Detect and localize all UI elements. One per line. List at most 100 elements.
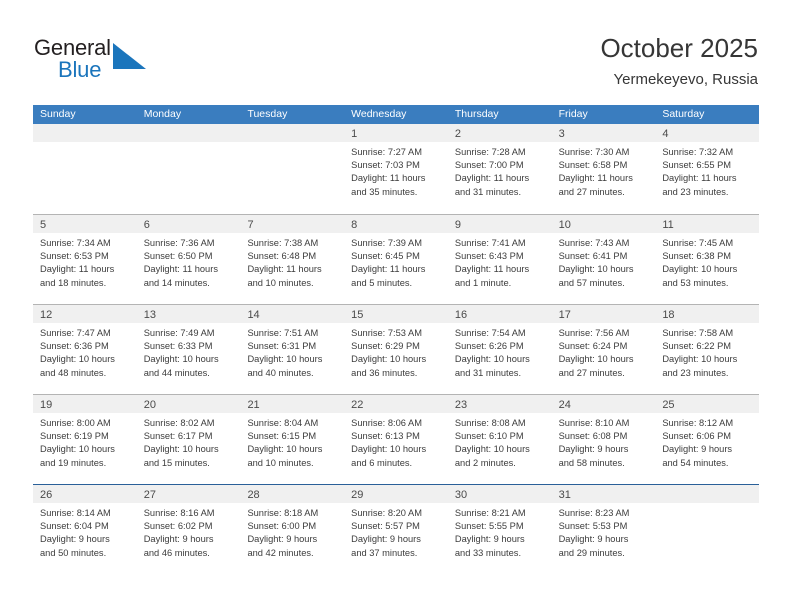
weekday-header-row: Sunday Monday Tuesday Wednesday Thursday Frid… <box>33 105 759 124</box>
daylight-text-line1: Daylight: 10 hours <box>558 354 634 365</box>
day-cell[interactable]: 17 Sunrise: 7:56 AM Sunset: 6:24 PM Dayligh… <box>551 305 656 394</box>
sunrise-text: Sunrise: 7:56 AM <box>558 328 630 338</box>
weekday-header-wednesday: Wednesday <box>351 108 407 120</box>
daylight-text-line2: and 23 minutes. <box>662 186 729 197</box>
day-cell[interactable]: 22 Sunrise: 8:06 AM Sunset: 6:13 PM Dayligh… <box>344 395 448 484</box>
sunrise-text: Sunrise: 7:51 AM <box>247 328 319 338</box>
day-cell[interactable]: 13 Sunrise: 7:49 AM Sunset: 6:33 PM Dayligh… <box>136 305 241 394</box>
day-cell[interactable]: 5 Sunrise: 7:34 AM Sunset: 6:53 PM Daylight… <box>33 215 137 304</box>
day-number: 9 <box>454 219 461 231</box>
daylight-text-line2: and 27 minutes. <box>558 367 625 378</box>
day-info: Sunrise: 7:47 AM Sunset: 6:36 PM Daylight:… <box>33 323 137 380</box>
day-info: Sunrise: 7:58 AM Sunset: 6:22 PM Daylight:… <box>655 323 759 380</box>
day-number: 28 <box>247 489 260 501</box>
sunset-text: Sunset: 6:50 PM <box>143 251 213 262</box>
daylight-text-line1: Daylight: 10 hours <box>40 354 115 365</box>
sunrise-text: Sunrise: 8:02 AM <box>143 418 215 428</box>
daylight-text-line2: and 58 minutes. <box>558 457 625 468</box>
day-cell[interactable]: 15 Sunrise: 7:53 AM Sunset: 6:29 PM Dayligh… <box>344 305 448 394</box>
day-cell[interactable]: 12 Sunrise: 7:47 AM Sunset: 6:36 PM Dayligh… <box>33 305 137 394</box>
day-cell[interactable]: 28 Sunrise: 8:18 AM Sunset: 6:00 PM Dayligh… <box>240 485 345 574</box>
day-cell[interactable]: 25 Sunrise: 8:12 AM Sunset: 6:06 PM Dayligh… <box>655 395 760 484</box>
daylight-text-line1: Daylight: 10 hours <box>454 444 530 455</box>
week-row: 1 Sunrise: 7:27 AM Sunset: 7:03 PM Daylight… <box>33 124 760 214</box>
day-cell[interactable]: 24 Sunrise: 8:10 AM Sunset: 6:08 PM Dayligh… <box>551 395 656 484</box>
daylight-text-line1: Daylight: 9 hours <box>351 534 421 545</box>
day-cell[interactable]: 9 Sunrise: 7:41 AM Sunset: 6:43 PM Daylight… <box>447 215 552 304</box>
day-cell[interactable]: 1 Sunrise: 7:27 AM Sunset: 7:03 PM Daylight… <box>344 124 448 214</box>
day-cell[interactable]: 29 Sunrise: 8:20 AM Sunset: 5:57 PM Dayligh… <box>344 485 448 574</box>
day-number-strip: 5 <box>33 215 137 233</box>
day-cell[interactable]: 8 Sunrise: 7:39 AM Sunset: 6:45 PM Daylight… <box>344 215 448 304</box>
day-info: Sunrise: 7:39 AM Sunset: 6:45 PM Daylight:… <box>344 233 448 290</box>
day-cell[interactable]: 6 Sunrise: 7:36 AM Sunset: 6:50 PM Daylight… <box>136 215 241 304</box>
day-number-strip: 18 <box>655 305 760 323</box>
day-cell[interactable]: 19 Sunrise: 8:00 AM Sunset: 6:19 PM Dayligh… <box>33 395 137 484</box>
sunrise-text: Sunrise: 8:04 AM <box>247 418 319 428</box>
day-cell[interactable]: 23 Sunrise: 8:08 AM Sunset: 6:10 PM Dayligh… <box>447 395 552 484</box>
day-cell[interactable]: 14 Sunrise: 7:51 AM Sunset: 6:31 PM Dayligh… <box>240 305 345 394</box>
day-info: Sunrise: 8:14 AM Sunset: 6:04 PM Daylight:… <box>33 503 137 560</box>
daylight-text-line1: Daylight: 10 hours <box>143 444 219 455</box>
daylight-text-line2: and 10 minutes. <box>247 457 314 468</box>
day-info: Sunrise: 8:08 AM Sunset: 6:10 PM Daylight:… <box>448 413 552 470</box>
sunset-text: Sunset: 6:45 PM <box>351 251 420 262</box>
daylight-text-line2: and 48 minutes. <box>40 367 107 378</box>
sunrise-text: Sunrise: 7:28 AM <box>454 147 526 157</box>
day-cell[interactable]: 21 Sunrise: 8:04 AM Sunset: 6:15 PM Dayligh… <box>240 395 345 484</box>
day-number-strip: 17 <box>551 305 656 323</box>
day-number: 15 <box>351 309 364 321</box>
sunset-text: Sunset: 6:13 PM <box>351 431 420 442</box>
sunrise-text: Sunrise: 8:20 AM <box>351 508 422 518</box>
day-info: Sunrise: 8:12 AM Sunset: 6:06 PM Daylight:… <box>655 413 759 470</box>
day-cell[interactable]: 2 Sunrise: 7:28 AM Sunset: 7:00 PM Daylight… <box>447 124 552 214</box>
sunrise-text: Sunrise: 8:16 AM <box>143 508 215 518</box>
day-cell[interactable]: 27 Sunrise: 8:16 AM Sunset: 6:02 PM Dayligh… <box>136 485 241 574</box>
day-info: Sunrise: 7:56 AM Sunset: 6:24 PM Daylight:… <box>552 323 656 380</box>
day-cell[interactable]: 31 Sunrise: 8:23 AM Sunset: 5:53 PM Dayligh… <box>551 485 656 574</box>
day-cell[interactable]: 20 Sunrise: 8:02 AM Sunset: 6:17 PM Dayligh… <box>136 395 241 484</box>
day-number: 5 <box>40 219 47 231</box>
daylight-text-line1: Daylight: 11 hours <box>247 264 322 275</box>
day-number: 12 <box>40 309 53 321</box>
day-number: 29 <box>351 489 364 501</box>
day-info: Sunrise: 7:30 AM Sunset: 6:58 PM Daylight:… <box>552 142 656 199</box>
brand-name-blue: Blue <box>58 57 102 82</box>
day-number: 1 <box>351 128 358 140</box>
daylight-text-line2: and 36 minutes. <box>351 367 418 378</box>
day-info: Sunrise: 7:36 AM Sunset: 6:50 PM Daylight:… <box>137 233 241 290</box>
day-number-strip: 21 <box>240 395 345 413</box>
day-number-strip: 26 <box>33 485 137 503</box>
sunset-text: Sunset: 5:53 PM <box>558 521 628 532</box>
week-row: 19 Sunrise: 8:00 AM Sunset: 6:19 PM Dayligh… <box>33 394 760 484</box>
sunrise-text: Sunrise: 7:27 AM <box>351 147 422 157</box>
day-cell[interactable]: 7 Sunrise: 7:38 AM Sunset: 6:48 PM Daylight… <box>240 215 345 304</box>
sunrise-text: Sunrise: 7:54 AM <box>454 328 526 338</box>
day-cell[interactable]: 4 Sunrise: 7:32 AM Sunset: 6:55 PM Daylight… <box>655 124 760 214</box>
day-cell[interactable]: 26 Sunrise: 8:14 AM Sunset: 6:04 PM Dayligh… <box>33 485 137 574</box>
day-cell[interactable]: 10 Sunrise: 7:43 AM Sunset: 6:41 PM Dayligh… <box>551 215 656 304</box>
day-cell[interactable]: 30 Sunrise: 8:21 AM Sunset: 5:55 PM Dayligh… <box>447 485 552 574</box>
day-info: Sunrise: 8:18 AM Sunset: 6:00 PM Daylight:… <box>240 503 344 560</box>
sunset-text: Sunset: 6:29 PM <box>351 341 420 352</box>
day-number: 8 <box>351 219 358 231</box>
day-cell-empty <box>655 485 760 574</box>
daylight-text-line2: and 18 minutes. <box>40 277 107 288</box>
day-cell-empty <box>33 124 137 214</box>
day-number: 13 <box>143 309 156 321</box>
day-number: 25 <box>662 399 675 411</box>
day-cell[interactable]: 11 Sunrise: 7:45 AM Sunset: 6:38 PM Dayligh… <box>655 215 760 304</box>
day-number-strip: 15 <box>344 305 448 323</box>
sunset-text: Sunset: 6:43 PM <box>454 251 524 262</box>
daylight-text-line2: and 42 minutes. <box>247 547 314 558</box>
day-cell[interactable]: 3 Sunrise: 7:30 AM Sunset: 6:58 PM Daylight… <box>551 124 656 214</box>
brand-logo[interactable]: General Blue <box>34 36 214 88</box>
sunrise-text: Sunrise: 7:34 AM <box>40 238 111 248</box>
daylight-text-line2: and 44 minutes. <box>143 367 210 378</box>
sunset-text: Sunset: 6:00 PM <box>247 521 317 532</box>
sunset-text: Sunset: 7:00 PM <box>454 160 524 171</box>
daylight-text-line1: Daylight: 10 hours <box>247 354 323 365</box>
day-cell[interactable]: 16 Sunrise: 7:54 AM Sunset: 6:26 PM Dayligh… <box>447 305 552 394</box>
sunset-text: Sunset: 6:36 PM <box>40 341 109 352</box>
day-cell[interactable]: 18 Sunrise: 7:58 AM Sunset: 6:22 PM Dayligh… <box>655 305 760 394</box>
